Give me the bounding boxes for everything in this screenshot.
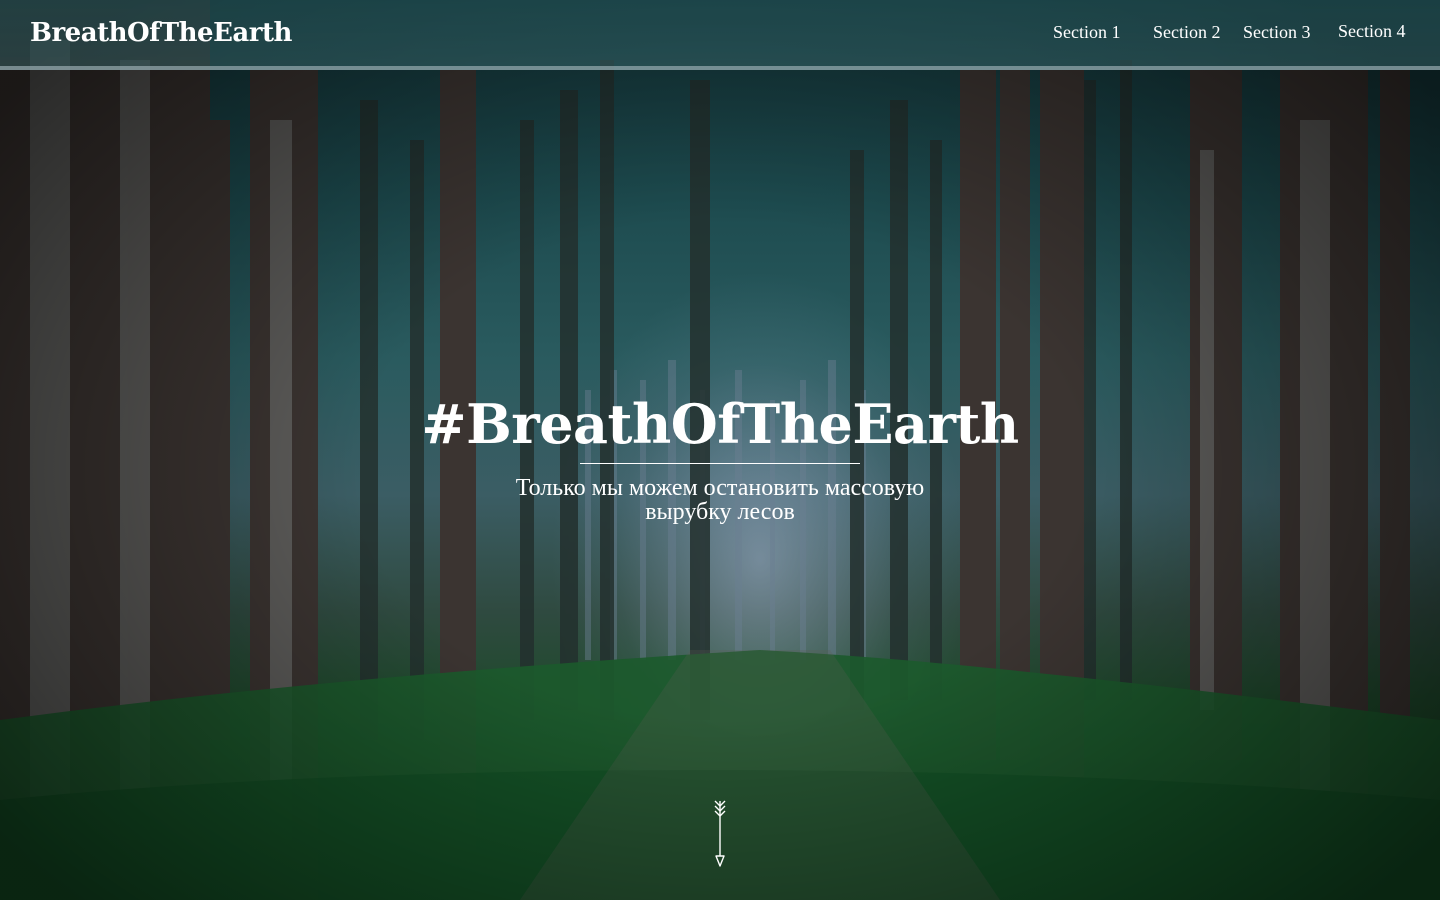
hero-title: #BreathOfTheEarth bbox=[421, 392, 1019, 456]
hero-divider bbox=[580, 463, 860, 464]
arrow-down-icon[interactable] bbox=[708, 798, 732, 870]
top-navigation-bar: BreathOfTheEarth Section 1 Section 2 Sec… bbox=[0, 0, 1440, 70]
hero-subtitle: Только мы можем остановить массовую выру… bbox=[515, 475, 925, 525]
nav-link-section-3[interactable]: Section 3 bbox=[1243, 22, 1311, 43]
nav-link-section-4[interactable]: Section 4 bbox=[1338, 21, 1406, 42]
nav-link-section-1[interactable]: Section 1 bbox=[1053, 22, 1121, 43]
nav-link-section-2[interactable]: Section 2 bbox=[1153, 22, 1221, 43]
main-nav: Section 1 Section 2 Section 3 Section 4 bbox=[0, 21, 1440, 46]
